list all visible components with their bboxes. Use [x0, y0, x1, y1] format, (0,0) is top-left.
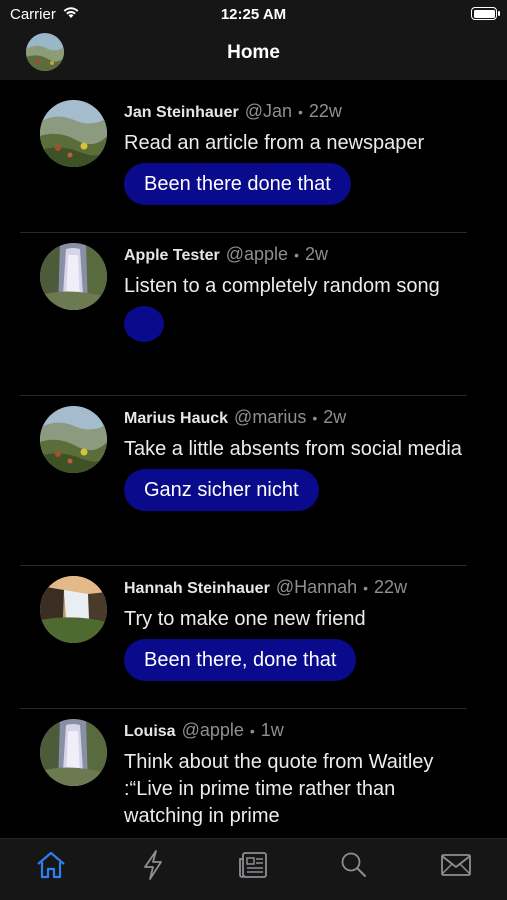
post-header: Apple Tester @apple • 2w: [124, 243, 467, 267]
post-body: Apple Tester @apple • 2w Listen to a comple…: [124, 243, 467, 347]
status-bar: Carrier 12:25 AM: [0, 0, 507, 30]
avatar[interactable]: [40, 100, 107, 167]
author-name[interactable]: Marius Hauck: [124, 410, 228, 427]
avatar[interactable]: [40, 719, 107, 786]
post-text: Listen to a completely random song: [124, 275, 440, 297]
post-item[interactable]: Apple Tester @apple • 2w Listen to a comple…: [20, 233, 467, 396]
post-time: 2w: [323, 407, 347, 427]
post-header: Hannah Steinhauer @Hannah • 22w: [124, 576, 467, 600]
post-body: Jan Steinhauer @Jan • 22w Read an article f…: [124, 100, 467, 205]
post-text: Think about the quote from Waitley :“Liv…: [124, 751, 434, 827]
author-handle[interactable]: @apple: [226, 244, 288, 264]
post-body: Hannah Steinhauer @Hannah • 22w Try to make…: [124, 576, 467, 681]
lightning-icon: [141, 849, 165, 886]
tab-home[interactable]: [31, 849, 71, 885]
post-time: 22w: [374, 577, 408, 597]
separator-dot: •: [294, 247, 299, 263]
separator-dot: •: [249, 723, 255, 739]
post-item[interactable]: Hannah Steinhauer @Hannah • 22w Try to make…: [20, 566, 467, 709]
post-text: Read an article from a newspaper: [124, 132, 425, 154]
tab-bar: [0, 838, 507, 900]
tab-messages[interactable]: [436, 849, 476, 885]
author-handle[interactable]: @marius: [234, 407, 306, 427]
separator-dot: •: [298, 104, 303, 120]
response-button[interactable]: Been there, done that: [124, 639, 357, 681]
avatar[interactable]: [40, 243, 107, 310]
post-time: 1w: [260, 720, 284, 740]
author-handle[interactable]: @Hannah: [276, 577, 357, 597]
post-header: Marius Hauck @marius • 2w: [124, 406, 467, 430]
feed[interactable]: Jan Steinhauer @Jan • 22w Read an article f…: [0, 80, 507, 838]
post-item[interactable]: Louisa @apple • 1w Think about the quote fr…: [20, 709, 467, 838]
tab-activity[interactable]: [133, 849, 173, 885]
battery-icon: [471, 7, 500, 20]
post-item[interactable]: Jan Steinhauer @Jan • 22w Read an article f…: [20, 80, 467, 233]
page-title: Home: [227, 42, 280, 63]
author-name[interactable]: Apple Tester: [124, 247, 220, 264]
avatar[interactable]: [40, 406, 107, 473]
response-button[interactable]: [124, 306, 164, 342]
author-name[interactable]: Louisa: [124, 723, 176, 740]
post-body: Marius Hauck @marius • 2w Take a little abs…: [124, 406, 467, 511]
response-button[interactable]: Been there done that: [124, 163, 351, 205]
mail-icon: [440, 852, 472, 883]
post-body: Louisa @apple • 1w Think about the quote fr…: [124, 719, 467, 830]
post-header: Jan Steinhauer @Jan • 22w: [124, 100, 467, 124]
navigation-bar: Home: [0, 30, 507, 80]
post-item[interactable]: Marius Hauck @marius • 2w Take a little abs…: [20, 396, 467, 566]
tab-news[interactable]: [233, 849, 273, 885]
search-icon: [339, 850, 369, 885]
author-handle[interactable]: @Jan: [245, 101, 292, 121]
post-text: Try to make one new friend: [124, 608, 366, 630]
author-handle[interactable]: @apple: [182, 720, 244, 740]
post-header: Louisa @apple • 1w: [124, 719, 467, 743]
newspaper-icon: [237, 850, 269, 885]
avatar[interactable]: [40, 576, 107, 643]
post-text: Take a little absents from social media: [124, 438, 462, 460]
post-time: 22w: [308, 101, 342, 121]
post-time: 2w: [304, 244, 328, 264]
tab-search[interactable]: [334, 849, 374, 885]
separator-dot: •: [363, 580, 369, 596]
separator-dot: •: [312, 410, 318, 426]
author-name[interactable]: Hannah Steinhauer: [124, 580, 270, 597]
home-icon: [35, 850, 67, 885]
response-button[interactable]: Ganz sicher nicht: [124, 469, 319, 511]
status-time: 12:25 AM: [220, 6, 287, 23]
author-name[interactable]: Jan Steinhauer: [124, 104, 239, 121]
